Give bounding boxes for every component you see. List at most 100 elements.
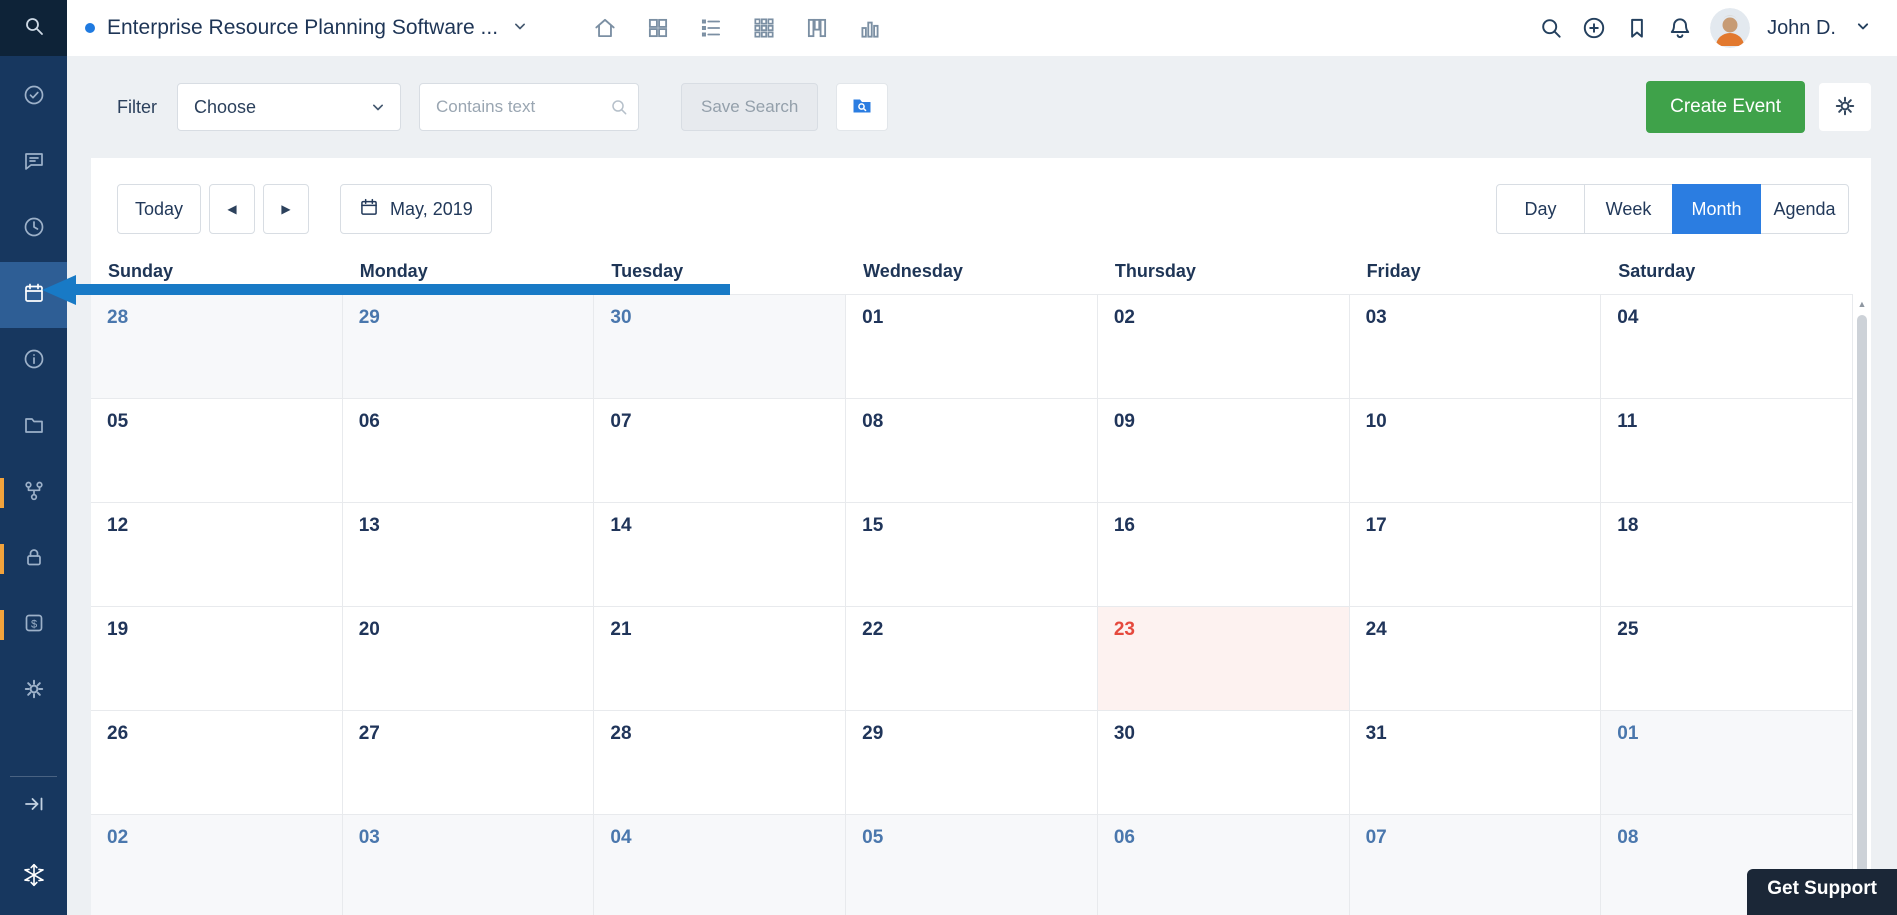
- calendar-cell[interactable]: 19: [91, 607, 343, 711]
- calendar-grid-wrap: 2829300102030405060708091011121314151617…: [91, 294, 1871, 915]
- cell-day-number: 03: [359, 827, 380, 848]
- calendar-cell[interactable]: 02: [91, 815, 343, 915]
- calendar-toolbar: Today ◀ ▶ May, 2019 DayWeekMonthAgenda: [91, 158, 1871, 248]
- calendar-cell[interactable]: 29: [343, 295, 595, 399]
- calendar-cell[interactable]: 05: [846, 815, 1098, 915]
- grid-icon[interactable]: [751, 15, 777, 41]
- calendar-cell[interactable]: 28: [594, 711, 846, 815]
- bell-icon[interactable]: [1667, 15, 1693, 41]
- dashboard-icon[interactable]: [645, 15, 671, 41]
- calendar-cell[interactable]: 17: [1350, 503, 1602, 607]
- add-circle-icon[interactable]: [1581, 15, 1607, 41]
- search-icon[interactable]: [1538, 15, 1564, 41]
- calendar-cell[interactable]: 06: [1098, 815, 1350, 915]
- calendar-cell[interactable]: 22: [846, 607, 1098, 711]
- calendar-cell[interactable]: 08: [846, 399, 1098, 503]
- user-menu-chevron[interactable]: [1853, 16, 1873, 41]
- calendar-cell[interactable]: 14: [594, 503, 846, 607]
- calendar-cell[interactable]: 09: [1098, 399, 1350, 503]
- sidebar-items: $: [0, 56, 67, 724]
- calendar-cell[interactable]: 01: [846, 295, 1098, 399]
- sidebar-item-calendar[interactable]: [0, 262, 67, 328]
- sidebar-item-tasks[interactable]: [0, 64, 67, 130]
- view-day-button[interactable]: Day: [1496, 184, 1585, 234]
- cell-day-number: 09: [1114, 411, 1135, 432]
- prev-month-button[interactable]: ◀: [209, 184, 255, 234]
- sidebar-item-messages[interactable]: [0, 130, 67, 196]
- calendar-cell[interactable]: 29: [846, 711, 1098, 815]
- calendar-cell[interactable]: 30: [1098, 711, 1350, 815]
- calendar-cell[interactable]: 21: [594, 607, 846, 711]
- save-search-button[interactable]: Save Search: [681, 83, 818, 131]
- settings-button[interactable]: [1819, 83, 1871, 131]
- calendar-cell[interactable]: 31: [1350, 711, 1602, 815]
- cell-day-number: 02: [107, 827, 128, 848]
- filter-bar-right: Create Event: [1646, 81, 1871, 133]
- kanban-icon[interactable]: [804, 15, 830, 41]
- calendar-cell[interactable]: 10: [1350, 399, 1602, 503]
- sidebar-item-org-chart[interactable]: [0, 460, 67, 526]
- calendar-icon: [359, 197, 379, 222]
- cell-day-number: 21: [610, 619, 631, 640]
- calendar-cell[interactable]: 23: [1098, 607, 1350, 711]
- bookmark-icon[interactable]: [1624, 15, 1650, 41]
- calendar-cell[interactable]: 01: [1601, 711, 1853, 815]
- title-dropdown[interactable]: [510, 16, 530, 41]
- filter-choose-select[interactable]: Choose: [177, 83, 401, 131]
- cell-day-number: 10: [1366, 411, 1387, 432]
- calendar-cell[interactable]: 18: [1601, 503, 1853, 607]
- view-agenda-button[interactable]: Agenda: [1760, 184, 1849, 234]
- sidebar-item-settings[interactable]: [0, 658, 67, 724]
- calendar-cell[interactable]: 12: [91, 503, 343, 607]
- sidebar-search-button[interactable]: [0, 0, 67, 56]
- bar-chart-icon[interactable]: [857, 15, 883, 41]
- calendar-cell[interactable]: 25: [1601, 607, 1853, 711]
- scrollbar-thumb[interactable]: [1857, 315, 1867, 896]
- calendar-cell[interactable]: 16: [1098, 503, 1350, 607]
- calendar-cell[interactable]: 06: [343, 399, 595, 503]
- calendar-cell[interactable]: 28: [91, 295, 343, 399]
- sidebar-item-billing[interactable]: $: [0, 592, 67, 658]
- avatar[interactable]: [1710, 8, 1750, 48]
- sidebar-item-security[interactable]: [0, 526, 67, 592]
- calendar-cell[interactable]: 27: [343, 711, 595, 815]
- get-support-button[interactable]: Get Support: [1747, 869, 1897, 915]
- sidebar-item-documents[interactable]: [0, 394, 67, 460]
- today-button[interactable]: Today: [117, 184, 201, 234]
- gear-icon: [1833, 94, 1857, 121]
- sidebar-item-history[interactable]: [0, 196, 67, 262]
- scroll-up-icon[interactable]: ▲: [1858, 298, 1867, 311]
- sidebar-item-info[interactable]: [0, 328, 67, 394]
- home-icon[interactable]: [592, 15, 618, 41]
- calendar-cell[interactable]: 30: [594, 295, 846, 399]
- calendar-cell[interactable]: 20: [343, 607, 595, 711]
- chat-icon: [22, 149, 46, 178]
- chevron-down-icon: [510, 16, 530, 41]
- calendar-cell[interactable]: 07: [1350, 815, 1602, 915]
- calendar-cell[interactable]: 05: [91, 399, 343, 503]
- vertical-scrollbar[interactable]: ▲ ▼: [1853, 294, 1871, 915]
- user-name[interactable]: John D.: [1767, 17, 1836, 40]
- view-week-button[interactable]: Week: [1584, 184, 1673, 234]
- calendar-cell[interactable]: 02: [1098, 295, 1350, 399]
- calendar-cell[interactable]: 04: [594, 815, 846, 915]
- list-icon[interactable]: [698, 15, 724, 41]
- calendar-cell[interactable]: 03: [343, 815, 595, 915]
- calendar-cell[interactable]: 11: [1601, 399, 1853, 503]
- calendar-cell[interactable]: 13: [343, 503, 595, 607]
- status-dot: [85, 23, 95, 33]
- create-event-button[interactable]: Create Event: [1646, 81, 1805, 133]
- calendar-cell[interactable]: 04: [1601, 295, 1853, 399]
- calendar-cell[interactable]: 15: [846, 503, 1098, 607]
- calendar-cell[interactable]: 26: [91, 711, 343, 815]
- contains-text-input[interactable]: [419, 83, 639, 131]
- sidebar-collapse-button[interactable]: [0, 777, 67, 835]
- calendar-cell[interactable]: 24: [1350, 607, 1602, 711]
- saved-searches-button[interactable]: [836, 83, 888, 131]
- next-month-button[interactable]: ▶: [263, 184, 309, 234]
- arrow-right-icon: [22, 792, 46, 821]
- view-month-button[interactable]: Month: [1672, 184, 1761, 234]
- calendar-cell[interactable]: 07: [594, 399, 846, 503]
- period-picker-button[interactable]: May, 2019: [340, 184, 492, 234]
- calendar-cell[interactable]: 03: [1350, 295, 1602, 399]
